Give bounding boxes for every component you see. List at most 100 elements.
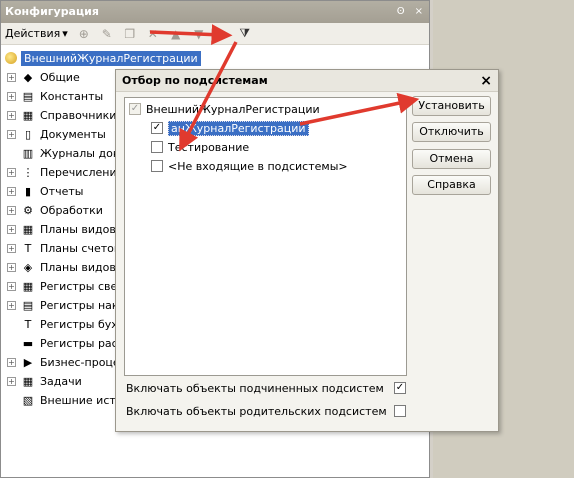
install-button[interactable]: Установить	[412, 96, 491, 116]
list-item-label: ВнешнийЖурналРегистрации	[146, 102, 320, 116]
tree-item-label: Перечислени	[40, 165, 117, 179]
include-child-checkbox[interactable]: ✓	[394, 382, 406, 394]
tree-item-label: Планы счетов	[40, 241, 121, 255]
expand-icon[interactable]: +	[7, 205, 16, 215]
list-item-not-included[interactable]: <Не входящие в подсистемы>	[151, 158, 348, 174]
tree-item[interactable]: + ⚙ Обработки	[7, 201, 103, 219]
subsystem-filter-dialog: Отбор по подсистемам × ✓ ВнешнийЖурналРе…	[115, 69, 499, 432]
list-item-root[interactable]: ✓ ВнешнийЖурналРегистрации	[129, 101, 320, 117]
tree-item[interactable]: + ▶ Бизнес-проце	[7, 353, 120, 371]
tree-item-icon: Т	[24, 241, 32, 255]
expand-icon[interactable]: +	[7, 300, 16, 310]
cancel-button[interactable]: Отмена	[412, 149, 491, 169]
journal-checkbox[interactable]: ✓	[151, 122, 163, 134]
tree-item-icon: ▦	[22, 108, 34, 122]
dropdown-icon[interactable]: ▾	[215, 27, 229, 41]
expand-icon[interactable]: +	[7, 110, 16, 120]
tree-item-label: Документы	[40, 127, 106, 141]
config-root-icon	[5, 52, 17, 64]
tree-item-label: Задачи	[40, 374, 82, 388]
tree-item-icon: ▦	[22, 374, 34, 388]
testing-checkbox[interactable]	[151, 141, 163, 153]
tree-item[interactable]: + ▦ Задачи	[7, 372, 82, 390]
panel-title-bar: Конфигурация ʘ ×	[1, 1, 429, 23]
expand-icon[interactable]: +	[7, 167, 16, 177]
tree-item-icon: ◆	[23, 70, 33, 84]
expand-icon[interactable]: +	[7, 72, 16, 82]
add-icon[interactable]: ⊕	[77, 27, 91, 41]
expand-icon[interactable]: +	[7, 186, 16, 196]
expand-icon[interactable]: +	[7, 129, 16, 139]
tree-item[interactable]: + ▤ Константы	[7, 87, 103, 105]
expand-icon[interactable]	[7, 396, 16, 405]
expand-icon[interactable]: +	[7, 224, 16, 234]
tree-item[interactable]: + ◈ Планы видов	[7, 258, 116, 276]
tree-item-icon: ⋮	[22, 165, 34, 179]
tree-item-icon: Т	[24, 317, 32, 331]
close-icon[interactable]: ×	[415, 1, 423, 23]
move-down-icon[interactable]: ▼	[192, 27, 206, 41]
expand-icon[interactable]: +	[7, 281, 16, 291]
pin-icon[interactable]: ʘ	[397, 1, 405, 23]
tree-item-icon: ▯	[24, 127, 32, 141]
tree-item-icon: ▦	[22, 279, 34, 293]
tree-item-icon: ▬	[22, 336, 34, 350]
tree-item[interactable]: + ▮ Отчеты	[7, 182, 83, 200]
tree-item-label: Планы видов	[40, 222, 116, 236]
toolbar: Действия ▾ ⊕ ✎ ❐ ✕ ▲ ▼ ▾ ⧩	[1, 23, 429, 45]
disable-button[interactable]: Отключить	[412, 122, 491, 142]
move-up-icon[interactable]: ▲	[169, 27, 183, 41]
list-item-journal[interactable]: ✓ анЖурналРегистрации	[151, 120, 309, 136]
tree-item-label: Регистры све	[40, 279, 118, 293]
delete-icon[interactable]: ✕	[146, 27, 160, 41]
tree-item[interactable]: + ◆ Общие	[7, 68, 80, 86]
panel-title: Конфигурация	[5, 5, 99, 18]
copy-icon[interactable]: ❐	[123, 27, 137, 41]
expand-icon[interactable]: +	[7, 357, 16, 367]
dialog-title: Отбор по подсистемам	[122, 74, 268, 87]
expand-icon[interactable]: +	[7, 91, 16, 101]
close-icon[interactable]: ×	[480, 70, 492, 92]
tree-item[interactable]: + ▦ Справочники	[7, 106, 116, 124]
actions-menu-button[interactable]: Действия ▾	[5, 27, 68, 40]
tree-item[interactable]: ▬ Регистры рас	[7, 334, 118, 352]
expand-icon[interactable]: +	[7, 376, 16, 386]
tree-item-label: Справочники	[40, 108, 117, 122]
expand-icon[interactable]	[7, 339, 16, 348]
tree-item-icon: ▤	[22, 298, 34, 312]
tree-item-label: Регистры нак	[40, 298, 119, 312]
option-label: Включать объекты подчиненных подсистем	[126, 381, 384, 395]
tree-item-icon: ▧	[22, 393, 34, 407]
tree-item[interactable]: Т Регистры бух	[7, 315, 118, 333]
help-button[interactable]: Справка	[412, 175, 491, 195]
expand-icon[interactable]: +	[7, 243, 16, 253]
tree-item[interactable]: + ▤ Регистры нак	[7, 296, 119, 314]
tree-item[interactable]: + Т Планы счетов	[7, 239, 120, 257]
include-parent-checkbox[interactable]	[394, 405, 406, 417]
tree-item[interactable]: ▧ Внешние исто	[7, 391, 123, 409]
tree-item[interactable]: + ▦ Планы видов	[7, 220, 116, 238]
tree-item-icon: ⚙	[23, 203, 33, 217]
tree-item[interactable]: ▥ Журналы док	[7, 144, 120, 162]
tree-item[interactable]: + ▯ Документы	[7, 125, 106, 143]
tree-item[interactable]: + ▦ Регистры све	[7, 277, 117, 295]
tree-item-label: Константы	[40, 89, 104, 103]
edit-icon[interactable]: ✎	[100, 27, 114, 41]
option-label: Включать объекты родительских подсистем	[126, 404, 387, 418]
tree-root-label: ВнешнийЖурналРегистрации	[21, 50, 201, 66]
tree-item-icon: ▮	[24, 184, 32, 198]
list-item-testing[interactable]: Тестирование	[151, 139, 249, 155]
list-item-label: Тестирование	[168, 140, 250, 154]
tree-item-label: Внешние исто	[40, 393, 123, 407]
not-included-checkbox[interactable]	[151, 160, 163, 172]
filter-subsystems-icon[interactable]: ⧩	[238, 26, 252, 41]
tree-item-label: Отчеты	[40, 184, 84, 198]
root-checkbox[interactable]: ✓	[129, 103, 141, 115]
tree-root[interactable]: ВнешнийЖурналРегистрации	[5, 49, 201, 67]
expand-icon[interactable]	[7, 149, 16, 158]
tree-item-label: Журналы док	[40, 146, 120, 160]
list-item-label: анЖурналРегистрации	[168, 120, 309, 136]
expand-icon[interactable]: +	[7, 262, 16, 272]
expand-icon[interactable]	[7, 320, 16, 329]
tree-item[interactable]: + ⋮ Перечислени	[7, 163, 117, 181]
